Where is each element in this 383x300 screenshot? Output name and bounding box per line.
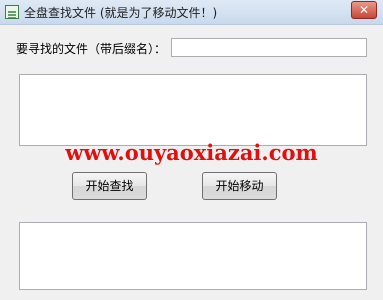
filename-input[interactable] [171,38,367,57]
results-list[interactable] [19,74,367,146]
app-icon [5,5,19,19]
filename-label: 要寻找的文件（带后缀名）： [16,42,167,56]
close-button[interactable]: ✕ [351,1,377,19]
start-move-button[interactable]: 开始移动 [202,172,277,200]
start-search-button[interactable]: 开始查找 [72,172,147,200]
app-icon-glyph [8,11,16,19]
watermark-text: www.ouyaoxiazai.com [65,140,318,165]
log-output[interactable] [19,222,367,290]
title-bar: 全盘查找文件 (就是为了移动文件！) ✕ [0,0,383,25]
window-title: 全盘查找文件 (就是为了移动文件！) [24,6,218,20]
